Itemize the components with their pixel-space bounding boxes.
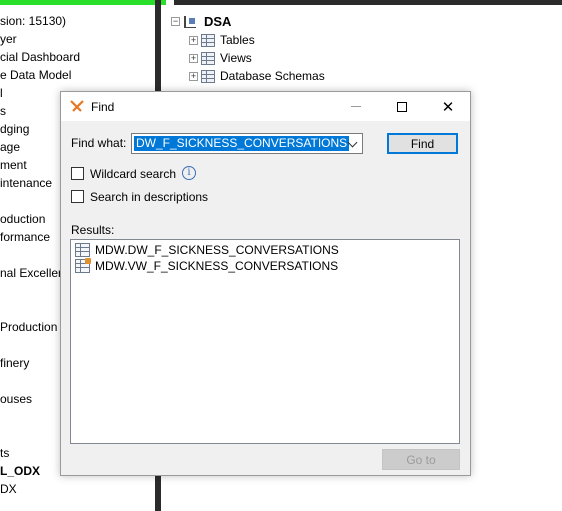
result-text: MDW.DW_F_SICKNESS_CONVERSATIONS xyxy=(95,243,339,257)
left-panel-item[interactable]: oduction xyxy=(0,212,45,226)
maximize-icon xyxy=(397,101,407,112)
left-panel-item[interactable]: l xyxy=(0,86,3,100)
database-schemas-icon xyxy=(201,69,215,83)
left-panel-item[interactable]: yer xyxy=(0,32,17,46)
search-descriptions-label[interactable]: Search in descriptions xyxy=(90,190,208,204)
views-icon xyxy=(201,51,215,65)
tree-node-views[interactable]: + Views xyxy=(189,51,252,65)
results-label: Results: xyxy=(71,223,115,237)
result-text: MDW.VW_F_SICKNESS_CONVERSATIONS xyxy=(95,259,339,273)
tree-node-database-schemas[interactable]: + Database Schemas xyxy=(189,69,325,83)
view-icon xyxy=(75,258,91,273)
list-item[interactable]: MDW.VW_F_SICKNESS_CONVERSATIONS xyxy=(75,258,339,273)
close-button[interactable]: ✕ xyxy=(425,92,471,121)
tree-node-tables[interactable]: + Tables xyxy=(189,33,255,47)
minimize-button[interactable] xyxy=(333,92,379,121)
tree-node-label: Tables xyxy=(220,33,255,47)
wildcard-search-checkbox[interactable] xyxy=(71,167,84,180)
find-button[interactable]: Find xyxy=(387,133,458,154)
left-panel-item[interactable]: Production xyxy=(0,320,57,334)
left-panel-item[interactable]: ouses xyxy=(0,392,32,406)
results-list[interactable]: MDW.DW_F_SICKNESS_CONVERSATIONS MDW.VW_F… xyxy=(70,239,460,444)
left-panel-item[interactable]: age xyxy=(0,140,20,154)
expand-icon[interactable]: + xyxy=(189,35,198,45)
tree-node-label: DSA xyxy=(204,14,232,29)
tree-node-label: Views xyxy=(220,51,252,65)
left-panel-item[interactable]: e Data Model xyxy=(0,68,71,82)
close-icon: ✕ xyxy=(441,98,455,116)
left-panel-item[interactable]: s xyxy=(0,104,6,118)
app-logo-icon xyxy=(70,100,84,112)
left-panel-item[interactable]: finery xyxy=(0,356,29,370)
find-what-label: Find what: xyxy=(71,136,127,150)
expand-icon[interactable]: + xyxy=(189,53,198,63)
left-panel-item[interactable]: DX xyxy=(0,482,17,496)
tree-node-dsa[interactable]: − DSA xyxy=(171,14,231,29)
left-panel-item[interactable]: ment xyxy=(0,158,27,172)
info-icon[interactable]: i xyxy=(182,166,196,180)
collapse-icon[interactable]: − xyxy=(171,17,180,26)
object-tree[interactable]: − DSA + Tables + Views + Database Schema… xyxy=(161,5,562,95)
left-panel-item[interactable]: intenance xyxy=(0,176,52,190)
left-panel-item[interactable]: cial Dashboard xyxy=(0,50,80,64)
maximize-button[interactable] xyxy=(379,92,425,121)
left-panel-item[interactable]: dging xyxy=(0,122,29,136)
left-panel-item[interactable]: L_ODX xyxy=(0,464,40,478)
data-source-icon xyxy=(184,15,196,28)
tables-icon xyxy=(201,33,215,47)
tree-node-label: Database Schemas xyxy=(220,69,325,83)
find-dialog: Find ✕ Find what: DW_F_SICKNESS_CONVERSA… xyxy=(60,91,471,476)
dialog-title: Find xyxy=(91,100,115,114)
left-panel-item[interactable]: sion: 15130) xyxy=(0,14,66,28)
find-what-value[interactable]: DW_F_SICKNESS_CONVERSATIONS xyxy=(134,136,350,151)
expand-icon[interactable]: + xyxy=(189,71,198,81)
dialog-titlebar[interactable]: Find ✕ xyxy=(61,92,470,121)
left-panel-item[interactable]: ts xyxy=(0,446,9,460)
wildcard-search-label[interactable]: Wildcard search xyxy=(90,167,176,181)
list-item[interactable]: MDW.DW_F_SICKNESS_CONVERSATIONS xyxy=(75,243,339,257)
table-icon xyxy=(75,243,90,257)
minimize-icon xyxy=(351,106,361,107)
find-what-combobox[interactable]: DW_F_SICKNESS_CONVERSATIONS xyxy=(131,133,363,154)
search-descriptions-checkbox[interactable] xyxy=(71,190,84,203)
goto-button[interactable]: Go to xyxy=(382,449,460,470)
left-panel-item[interactable]: formance xyxy=(0,230,50,244)
